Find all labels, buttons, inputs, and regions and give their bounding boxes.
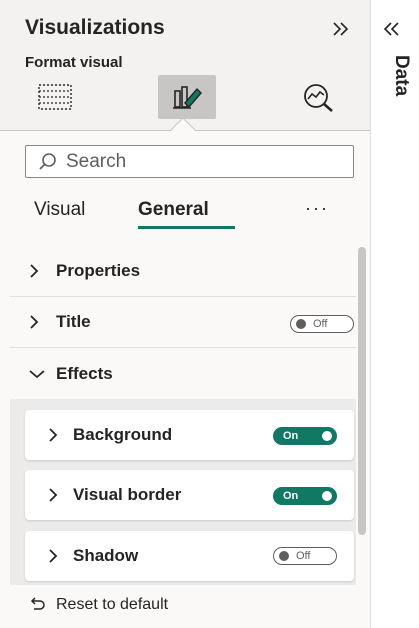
toggle-knob <box>322 491 332 501</box>
undo-icon <box>30 597 45 610</box>
toggle-state: On <box>283 430 299 442</box>
visual-border-toggle[interactable]: On <box>273 487 337 505</box>
chevron-right-icon <box>47 548 65 564</box>
section-label: Title <box>56 312 91 331</box>
visualizations-pane: Visualizations Format visual Visual Gen <box>0 0 370 628</box>
toggle-knob <box>279 551 289 561</box>
toggle-knob <box>322 431 332 441</box>
toggle-knob <box>296 319 306 329</box>
expand-data-pane-button[interactable] <box>376 14 406 44</box>
card-label: Visual border <box>73 485 182 504</box>
collapse-pane-button[interactable] <box>326 14 356 44</box>
section-label: Properties <box>56 261 141 280</box>
search-input[interactable] <box>66 150 326 173</box>
analytics-tab[interactable] <box>290 75 348 119</box>
title-toggle[interactable]: Off <box>290 315 354 333</box>
double-chevron-right-icon <box>333 22 349 36</box>
toggle-state: On <box>283 490 299 502</box>
vertical-scrollbar[interactable] <box>358 247 366 535</box>
chevron-right-icon <box>28 314 46 330</box>
section-effects[interactable]: Effects <box>10 348 356 399</box>
section-label: Effects <box>56 363 113 383</box>
format-visual-tab[interactable] <box>158 75 216 119</box>
build-visual-icon <box>38 84 72 110</box>
reset-to-default-button[interactable]: Reset to default <box>28 596 168 614</box>
tab-visual[interactable]: Visual <box>34 199 85 221</box>
chevron-right-icon <box>28 263 46 279</box>
format-visual-heading: Format visual <box>25 54 123 71</box>
tab-general[interactable]: General <box>138 199 209 221</box>
more-options-button[interactable]: ··· <box>305 198 329 219</box>
analytics-icon <box>304 84 333 112</box>
format-visual-icon <box>173 86 202 109</box>
double-chevron-left-icon <box>383 22 399 36</box>
active-tab-indicator <box>138 226 235 229</box>
shadow-toggle[interactable]: Off <box>273 547 337 565</box>
card-label: Shadow <box>73 546 139 565</box>
pane-title: Visualizations <box>25 16 165 39</box>
toggle-state: Off <box>296 550 311 562</box>
section-properties[interactable]: Properties <box>10 246 356 297</box>
search-box <box>25 145 354 178</box>
card-label: Background <box>73 425 173 444</box>
data-pane-label[interactable]: Data <box>390 55 412 96</box>
toggle-state: Off <box>313 318 328 330</box>
build-visual-tab[interactable] <box>26 75 84 119</box>
reset-label: Reset to default <box>56 596 169 613</box>
chevron-right-icon <box>47 487 65 503</box>
chevron-down-icon <box>28 368 46 380</box>
search-icon <box>39 152 56 170</box>
chevron-right-icon <box>47 427 65 443</box>
background-toggle[interactable]: On <box>273 427 337 445</box>
